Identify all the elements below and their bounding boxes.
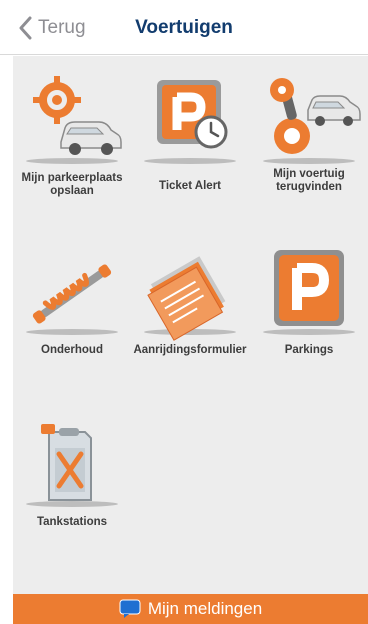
tile-label: Ticket Alert xyxy=(159,180,221,192)
chat-bubble-icon xyxy=(119,599,141,618)
tile-label: Aanrijdingsformulier xyxy=(133,344,247,356)
tile-save-parking[interactable]: Mijn parkeerplaats opslaan xyxy=(13,64,131,214)
shock-absorber-icon xyxy=(26,264,118,335)
fuel-can-icon xyxy=(26,424,118,507)
tile-label: Tankstations xyxy=(36,516,108,528)
page-title: Voertuigen xyxy=(135,17,233,38)
tile-find-vehicle[interactable]: Mijn voertuig terugvinden xyxy=(250,64,368,214)
find-vehicle-icon xyxy=(263,78,361,164)
tile-maintenance[interactable]: Onderhoud xyxy=(13,246,131,366)
notifications-button[interactable]: Mijn meldingen xyxy=(13,594,368,624)
save-parking-icon xyxy=(26,76,122,164)
tile-ticket-alert[interactable]: Ticket Alert xyxy=(131,64,249,214)
tile-label: Parkings xyxy=(284,344,334,356)
tile-label: Onderhoud xyxy=(41,344,103,356)
parking-clock-icon xyxy=(144,80,236,164)
accident-form-icon xyxy=(144,256,236,341)
tile-grid: Mijn parkeerplaats opslaan Ticket Alert xyxy=(13,56,368,594)
tile-label: Mijn parkeerplaats opslaan xyxy=(21,172,123,197)
tile-label: Mijn voertuig terugvinden xyxy=(273,168,345,193)
tile-parkings[interactable]: Parkings xyxy=(250,246,368,366)
tile-accident-form[interactable]: Aanrijdingsformulier xyxy=(131,246,249,376)
tile-fuel-stations[interactable]: Tankstations xyxy=(13,418,131,538)
navigation-bar: Terug Voertuigen xyxy=(0,0,368,55)
parking-sign-icon xyxy=(263,250,355,335)
notifications-label: Mijn meldingen xyxy=(147,599,263,618)
